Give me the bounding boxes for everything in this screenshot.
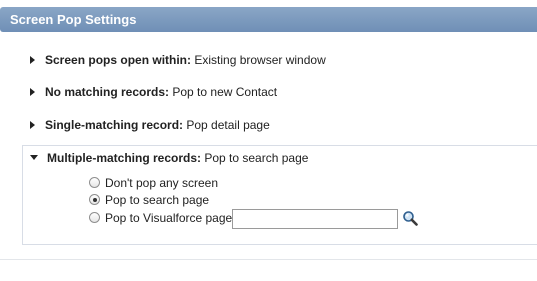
option-label: Don't pop any screen bbox=[105, 176, 219, 190]
radio-pop-visualforce[interactable] bbox=[89, 212, 100, 224]
setting-single-matching-record[interactable]: Single-matching record: Pop detail page bbox=[30, 117, 270, 133]
setting-value: Pop detail page bbox=[186, 118, 270, 132]
option-label: Pop to Visualforce page bbox=[105, 211, 233, 225]
radio-pop-search-page[interactable] bbox=[89, 194, 100, 206]
setting-label: Multiple-matching records: bbox=[47, 151, 202, 165]
setting-multiple-matching-records[interactable]: Multiple-matching records: Pop to search… bbox=[30, 150, 308, 166]
setting-no-matching-records[interactable]: No matching records: Pop to new Contact bbox=[30, 84, 277, 100]
setting-value: Pop to new Contact bbox=[172, 85, 278, 99]
option-dont-pop[interactable]: Don't pop any screen bbox=[89, 175, 218, 191]
caret-right-icon[interactable] bbox=[30, 120, 35, 129]
setting-value: Pop to search page bbox=[204, 151, 309, 165]
panel-header: Screen Pop Settings bbox=[0, 7, 537, 32]
caret-right-icon[interactable] bbox=[30, 87, 35, 96]
panel-title: Screen Pop Settings bbox=[10, 12, 137, 27]
caret-right-icon[interactable] bbox=[30, 55, 35, 64]
option-pop-visualforce[interactable]: Pop to Visualforce page bbox=[89, 210, 232, 226]
section-divider bbox=[0, 259, 537, 260]
option-label: Pop to search page bbox=[105, 193, 210, 207]
setting-label: No matching records: bbox=[45, 85, 170, 99]
lookup-magnifier-icon[interactable] bbox=[402, 210, 418, 226]
setting-screen-pops-open-within[interactable]: Screen pops open within: Existing browse… bbox=[30, 52, 326, 68]
visualforce-page-input[interactable] bbox=[232, 209, 398, 229]
radio-dont-pop[interactable] bbox=[89, 177, 100, 189]
setting-label: Screen pops open within: bbox=[45, 53, 192, 67]
setting-label: Single-matching record: bbox=[45, 118, 184, 132]
option-pop-search-page[interactable]: Pop to search page bbox=[89, 192, 209, 208]
setting-value: Existing browser window bbox=[194, 53, 326, 67]
caret-down-icon[interactable] bbox=[30, 155, 38, 161]
